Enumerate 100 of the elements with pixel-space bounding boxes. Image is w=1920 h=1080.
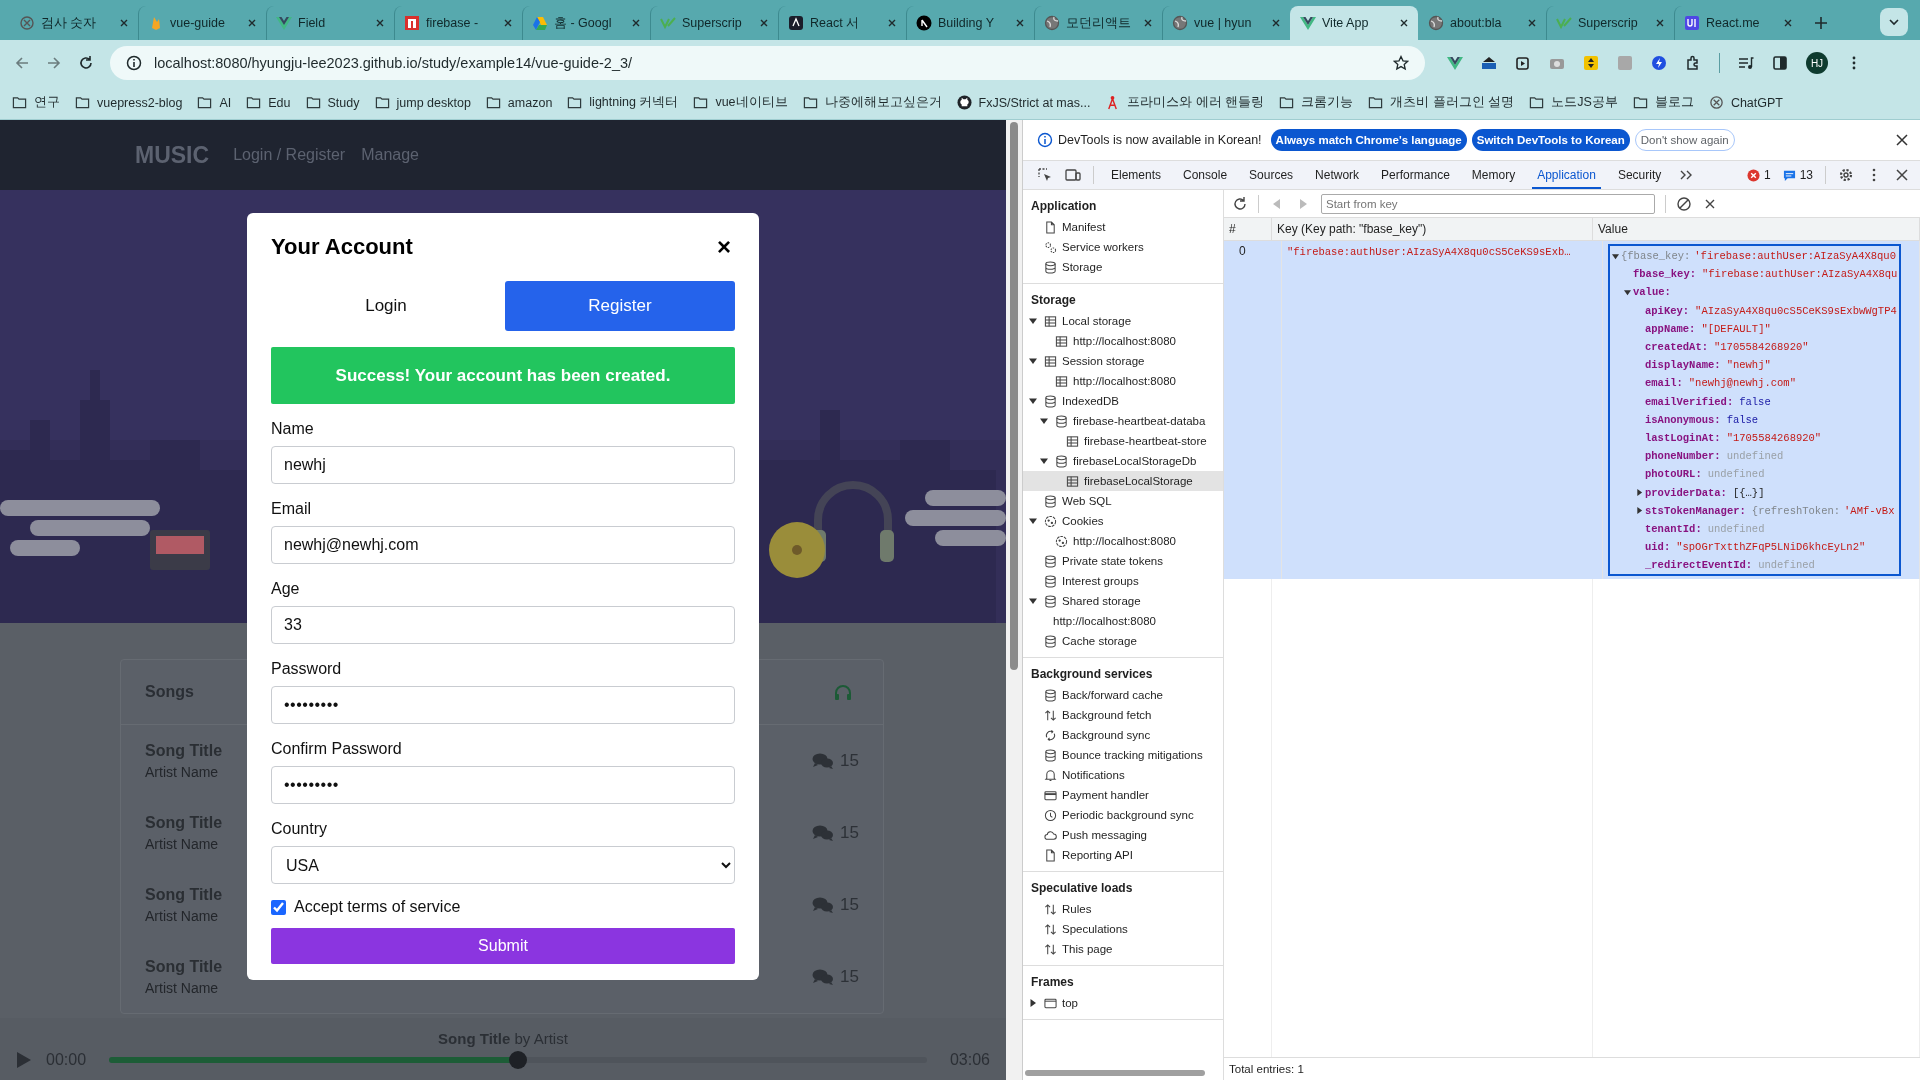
sidebar-item[interactable]: Shared storage [1023, 591, 1223, 611]
disclosure-triangle-icon[interactable] [1040, 417, 1048, 425]
input-field[interactable]: 33 [271, 606, 735, 644]
sidebar-item[interactable]: http://localhost:8080 [1023, 371, 1223, 391]
close-icon[interactable] [1015, 18, 1025, 28]
country-select[interactable]: USA [271, 846, 735, 884]
close-icon[interactable] [119, 18, 129, 28]
close-icon[interactable] [1655, 18, 1665, 28]
bookmark[interactable]: ChatGPT [1708, 95, 1783, 110]
sidebar-item[interactable]: This page [1023, 939, 1223, 959]
scrollbar[interactable] [1025, 1070, 1205, 1076]
disclosure-triangle-icon[interactable] [1636, 489, 1643, 497]
bookmark[interactable]: amazon [485, 95, 553, 110]
browser-tab[interactable]: 검사 숫자 [10, 6, 138, 40]
password-field[interactable]: ••••••••• [271, 766, 735, 804]
sidebar-item[interactable]: Speculations [1023, 919, 1223, 939]
bookmark[interactable]: Edu [246, 95, 291, 110]
input-field[interactable]: newhj@newhj.com [271, 526, 735, 564]
disclosure-triangle-icon[interactable] [1040, 457, 1048, 465]
scrollbar[interactable] [1010, 122, 1018, 670]
sidebar-item[interactable]: firebaseLocalStorage [1023, 471, 1223, 491]
notice-button[interactable]: Don't show again [1634, 129, 1735, 151]
profile-avatar[interactable]: HJ [1806, 52, 1828, 74]
bookmark[interactable]: 크롬기능 [1279, 94, 1354, 111]
column-header[interactable]: Value [1593, 218, 1920, 240]
modal-tab[interactable]: Register [505, 281, 735, 331]
disclosure-triangle-icon[interactable] [1029, 597, 1037, 605]
browser-tab[interactable]: Vite App [1290, 6, 1418, 40]
disclosure-triangle-icon[interactable] [1029, 999, 1037, 1007]
new-tab-icon[interactable] [1814, 16, 1828, 30]
sidebar-item[interactable]: http://localhost:8080 [1023, 331, 1223, 351]
disclosure-triangle-icon[interactable] [1612, 252, 1619, 260]
close-icon[interactable] [247, 18, 257, 28]
sidebar-item[interactable]: Session storage [1023, 351, 1223, 371]
devtools-tab[interactable]: Security [1612, 161, 1667, 189]
bookmark[interactable]: jump desktop [374, 95, 471, 110]
sidebar-item[interactable]: Cache storage [1023, 631, 1223, 651]
devtools-tab[interactable]: Application [1532, 161, 1601, 189]
sidebar-item[interactable]: Background sync [1023, 725, 1223, 745]
close-icon[interactable] [1894, 132, 1910, 148]
disclosure-triangle-icon[interactable] [1029, 357, 1037, 365]
devtools-tab[interactable]: Elements [1106, 161, 1167, 189]
error-count[interactable]: 1 [1763, 168, 1771, 182]
close-icon[interactable] [375, 18, 385, 28]
devtools-tab[interactable]: Console [1178, 161, 1233, 189]
refresh-icon[interactable] [1232, 195, 1248, 212]
close-icon[interactable] [759, 18, 769, 28]
close-icon[interactable] [1143, 18, 1153, 28]
error-icon[interactable] [1746, 168, 1760, 182]
sidebar-item[interactable]: Bounce tracking mitigations [1023, 745, 1223, 765]
sidebar-item[interactable]: Push messaging [1023, 825, 1223, 845]
sidebar-item[interactable]: Payment handler [1023, 785, 1223, 805]
close-icon[interactable] [1271, 18, 1281, 28]
play-square-icon[interactable] [1515, 55, 1531, 71]
devtools-tab[interactable]: Sources [1244, 161, 1299, 189]
bookmark[interactable]: 프라미스와 에러 핸들링 [1105, 94, 1265, 111]
notice-button[interactable]: Switch DevTools to Korean [1471, 129, 1630, 151]
input-field[interactable]: newhj [271, 446, 735, 484]
progress-handle[interactable] [509, 1050, 527, 1069]
sidebar-item[interactable]: Storage [1023, 257, 1223, 277]
devtools-tab[interactable]: Network [1310, 161, 1365, 189]
close-icon[interactable] [1783, 18, 1793, 28]
close-icon[interactable] [1399, 18, 1409, 28]
puzzle-icon[interactable] [1685, 55, 1701, 71]
bookmark[interactable]: AI [197, 95, 232, 110]
devtools-tab[interactable]: Performance [1376, 161, 1455, 189]
bookmark[interactable]: 블로그 [1632, 94, 1694, 111]
sidebar-item[interactable]: Rules [1023, 899, 1223, 919]
side-panel-icon[interactable] [1772, 55, 1788, 71]
close-icon[interactable] [1894, 167, 1910, 183]
sidebar-item[interactable]: Cookies [1023, 511, 1223, 531]
submit-button[interactable]: Submit [271, 928, 735, 964]
sidebar-item[interactable]: top [1023, 993, 1223, 1013]
sidebar-item[interactable]: IndexedDB [1023, 391, 1223, 411]
close-icon[interactable] [1527, 18, 1537, 28]
sidebar-item[interactable]: firebase-heartbeat-store [1023, 431, 1223, 451]
disclosure-triangle-icon[interactable] [1624, 288, 1631, 296]
sidebar-item[interactable]: http://localhost:8080 [1023, 611, 1223, 631]
address-bar[interactable]: localhost:8080/hyungju-lee2023.github.io/study/example14/vue-guide-2_3/ [110, 46, 1425, 80]
sidebar-item[interactable]: http://localhost:8080 [1023, 531, 1223, 551]
inspect-icon[interactable] [1037, 167, 1053, 183]
bookmark[interactable]: FxJS/Strict at mas... [956, 95, 1091, 110]
sidebar-item[interactable]: Background fetch [1023, 705, 1223, 725]
tab-search-button[interactable] [1880, 8, 1908, 36]
bolt-icon[interactable] [1651, 55, 1667, 71]
sidebar-item[interactable]: firebase-heartbeat-databa [1023, 411, 1223, 431]
message-count[interactable]: 13 [1799, 168, 1813, 182]
v-shape-icon[interactable] [1447, 55, 1463, 71]
notice-button[interactable]: Always match Chrome's language [1270, 129, 1467, 151]
bookmark[interactable]: vuepress2-blog [75, 95, 183, 110]
bookmark[interactable]: 개츠비 플러그인 설명 [1368, 94, 1515, 111]
info-icon[interactable] [126, 55, 142, 71]
close-button[interactable]: × [713, 233, 735, 261]
device-icon[interactable] [1065, 167, 1081, 183]
close-icon[interactable] [887, 18, 897, 28]
star-icon[interactable] [1393, 55, 1409, 71]
forward-icon[interactable] [46, 55, 62, 71]
sidebar-item[interactable]: Local storage [1023, 311, 1223, 331]
sidebar-item[interactable]: Web SQL [1023, 491, 1223, 511]
devtools-tab[interactable]: Memory [1466, 161, 1521, 189]
